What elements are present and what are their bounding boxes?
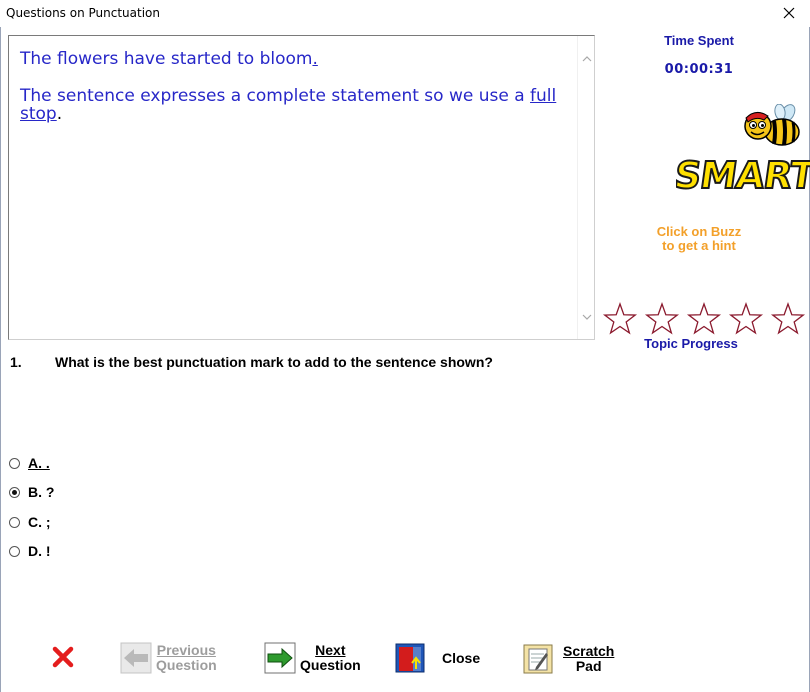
star-icon <box>602 302 638 335</box>
option-b-label[interactable]: B. ? <box>28 484 54 500</box>
star-icon <box>728 302 764 335</box>
scratch-line-2: Pad <box>575 658 602 674</box>
window-title: Questions on Punctuation <box>6 6 160 20</box>
scratch-pad-label: Scratch Pad <box>563 644 614 674</box>
sentence-text: The flowers have started to bloom <box>20 49 313 69</box>
option-a-label[interactable]: A. . <box>28 455 50 471</box>
chevron-up-icon <box>582 55 591 61</box>
scroll-up-button[interactable] <box>578 50 595 67</box>
option-d-radio[interactable] <box>9 545 20 557</box>
arrow-right-icon <box>264 642 296 674</box>
scratch-line-1: Scratch <box>563 643 615 659</box>
option-c[interactable]: C. ; <box>9 514 51 530</box>
option-c-label[interactable]: C. ; <box>28 514 51 530</box>
close-icon <box>783 7 795 19</box>
explanation-text: The sentence expresses a complete statem… <box>20 86 531 106</box>
option-b[interactable]: B. ? <box>9 484 54 500</box>
option-c-radio[interactable] <box>9 516 20 528</box>
window-border-left <box>0 27 1 692</box>
next-line-2: Question <box>300 657 361 673</box>
topic-progress-label: Topic Progress <box>644 336 738 351</box>
title-bar: Questions on Punctuation <box>0 0 810 27</box>
option-a-radio[interactable] <box>9 457 20 469</box>
window-close-button[interactable] <box>774 2 804 24</box>
hint-text: Click on Buzz to get a hint <box>640 225 758 253</box>
topic-progress-stars <box>602 302 810 338</box>
option-d-label[interactable]: D. ! <box>28 543 51 559</box>
next-question-button[interactable]: Next Question <box>264 642 361 674</box>
passage-scrollbar[interactable] <box>577 36 594 339</box>
previous-question-label: Previous Question <box>156 643 217 673</box>
star-icon <box>686 302 722 335</box>
question-number: 1. <box>10 354 22 370</box>
sentence-mark: . <box>312 49 318 69</box>
stars-svg <box>602 302 806 335</box>
close-label: Close <box>442 649 481 666</box>
passage-sentence: The flowers have started to bloom. <box>20 50 565 68</box>
exit-door-icon <box>395 643 425 673</box>
star-icon <box>770 302 806 335</box>
wrong-answer-button[interactable] <box>52 646 74 668</box>
bee-icon <box>744 103 800 146</box>
smart-logo-text: SMART <box>676 153 810 196</box>
red-x-icon <box>52 646 74 668</box>
option-d[interactable]: D. ! <box>9 543 51 559</box>
time-spent-label: Time Spent <box>664 33 734 48</box>
option-a[interactable]: A. . <box>9 455 50 471</box>
passage-content: The flowers have started to bloom. The s… <box>20 50 565 142</box>
star-icon <box>644 302 680 335</box>
option-b-radio[interactable] <box>9 486 20 498</box>
next-line-1: Next <box>315 642 346 658</box>
passage-box[interactable]: The flowers have started to bloom. The s… <box>8 35 595 340</box>
chevron-down-icon <box>582 314 591 320</box>
scratch-pad-button[interactable]: Scratch Pad <box>522 643 614 675</box>
close-button[interactable]: Close <box>394 642 480 674</box>
next-question-label: Next Question <box>300 643 361 673</box>
smart-logo: SMART <box>676 152 810 196</box>
notepad-icon <box>523 644 553 674</box>
hint-line-1: Click on Buzz <box>656 224 742 239</box>
previous-line-2: Question <box>156 657 217 673</box>
scroll-down-button[interactable] <box>578 308 595 325</box>
arrow-left-icon <box>120 642 152 674</box>
question-text: What is the best punctuation mark to add… <box>55 354 493 370</box>
previous-question-button[interactable]: Previous Question <box>120 642 217 674</box>
previous-line-1: Previous <box>156 642 216 658</box>
smart-logo-image: SMART <box>676 152 810 196</box>
explanation-end: . <box>56 104 63 124</box>
time-spent-value: 00:00:31 <box>664 62 734 77</box>
buzz-bee-mascot[interactable] <box>740 103 802 150</box>
hint-line-2: to get a hint <box>662 238 736 253</box>
passage-explanation: The sentence expresses a complete statem… <box>20 87 565 123</box>
